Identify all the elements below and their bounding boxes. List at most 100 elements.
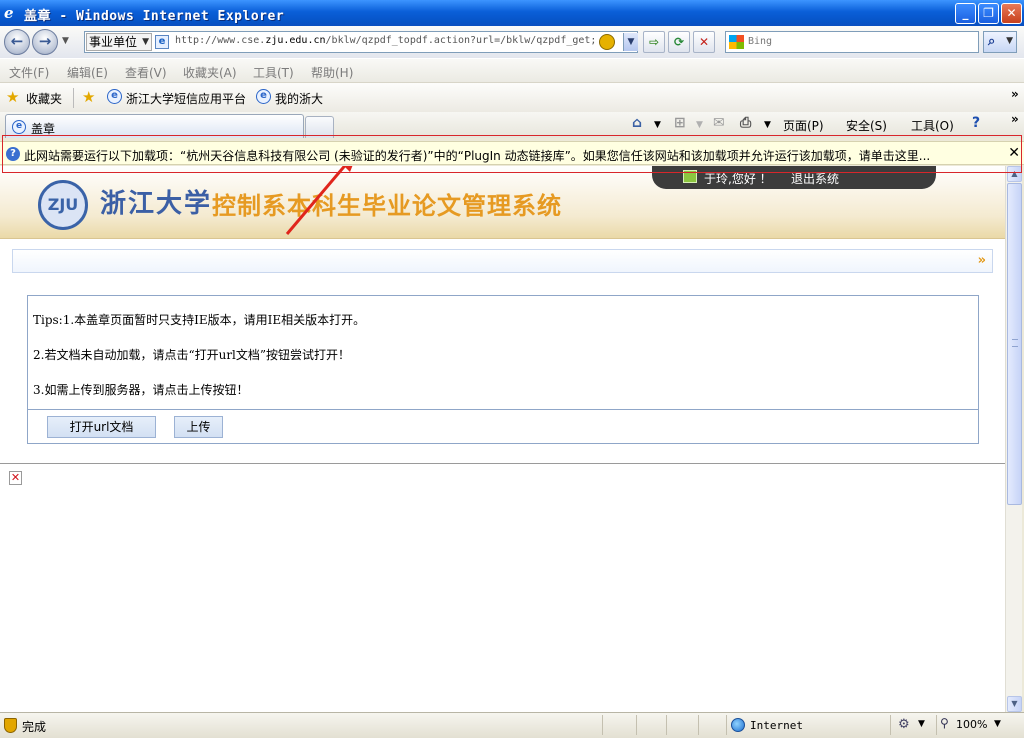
zoom-icon: ⚲ <box>940 716 949 730</box>
favorite-link-my-zju[interactable]: 我的浙大 <box>275 90 323 107</box>
favorites-star-icon: ★ <box>6 88 20 106</box>
commandbar-overflow-button[interactable]: » <box>1011 112 1019 126</box>
org-selector-label: 事业单位 <box>89 35 138 49</box>
scrollbar-thumb[interactable] <box>1007 183 1022 505</box>
help-icon[interactable]: ? <box>972 115 980 131</box>
site-title-university: 浙江大学 <box>100 189 213 219</box>
user-icon <box>683 170 697 183</box>
tab-title: 盖章 <box>31 122 56 136</box>
tools-menu[interactable]: 工具(O) <box>911 117 954 134</box>
add-favorite-icon[interactable]: ★ <box>82 88 95 106</box>
site-title-system: 控制系本科生毕业论文管理系统 <box>212 192 562 220</box>
menu-bar: 文件(F) 编辑(E) 查看(V) 收藏夹(A) 工具(T) 帮助(H) <box>0 58 1024 82</box>
tips-panel: Tips:1.本盖章页面暂时只支持IE版本，请用IE相关版本打开。 2.若文档未… <box>27 295 979 444</box>
tips-text: Tips:1.本盖章页面暂时只支持IE版本，请用IE相关版本打开。 2.若文档未… <box>33 312 365 417</box>
divider <box>0 463 1005 464</box>
chevron-down-icon[interactable]: ▼ <box>696 120 703 130</box>
window-title: 盖章 - Windows Internet Explorer <box>24 9 285 24</box>
chevron-down-icon[interactable]: ▼ <box>654 120 661 130</box>
minimize-button[interactable]: _ <box>955 3 976 24</box>
status-text: 完成 <box>22 720 47 734</box>
double-chevron-right-icon[interactable]: » <box>978 253 986 268</box>
open-url-document-button[interactable]: 打开url文档 <box>47 416 156 438</box>
address-dropdown-button[interactable]: ▼ <box>623 33 638 51</box>
ie-page-icon: e <box>107 89 122 104</box>
security-shield-icon[interactable] <box>4 718 17 733</box>
chevron-down-icon[interactable]: ▼ <box>918 719 925 729</box>
ie-page-icon: e <box>256 89 271 104</box>
new-tab-button[interactable] <box>305 116 334 138</box>
menu-file[interactable]: 文件(F) <box>9 64 49 81</box>
read-mail-icon[interactable]: ✉ <box>713 115 725 131</box>
favorites-overflow-button[interactable]: » <box>1011 87 1019 101</box>
infobar-close-button[interactable]: ✕ <box>1008 145 1020 161</box>
favorite-link-sms-platform[interactable]: 浙江大学短信应用平台 <box>126 90 246 107</box>
page-content: ZJU 浙江大学 控制系本科生毕业论文管理系统 于玲,您好 ！ 退出系统 » T… <box>0 166 1005 712</box>
chevron-down-icon[interactable]: ▼ <box>764 120 771 130</box>
forward-button[interactable]: → <box>32 29 58 55</box>
search-input[interactable]: Bing <box>725 31 979 53</box>
page-icon: e <box>155 35 169 49</box>
info-question-icon: ? <box>6 147 20 161</box>
page-menu[interactable]: 页面(P) <box>783 117 824 134</box>
address-url[interactable]: http://www.cse.zju.edu.cn/bklw/qzpdf_top… <box>175 35 599 46</box>
scroll-up-button[interactable]: ▲ <box>1007 166 1022 182</box>
tip-1: Tips:1.本盖章页面暂时只支持IE版本，请用IE相关版本打开。 <box>33 313 366 327</box>
divider <box>602 715 603 735</box>
menu-favorites[interactable]: 收藏夹(A) <box>183 64 237 81</box>
internet-zone-icon <box>731 718 745 732</box>
url-prefix: http://www.cse. <box>175 35 266 46</box>
menu-view[interactable]: 查看(V) <box>125 64 167 81</box>
chevron-down-icon: ▼ <box>142 37 149 47</box>
favorites-bar: ★ 收藏夹 ★ e 浙江大学短信应用平台 e 我的浙大 » <box>0 82 1024 112</box>
breadcrumb-bar: » <box>12 249 993 273</box>
go-icon[interactable]: ⇨ <box>643 31 665 53</box>
protected-mode-icon[interactable]: ⚙ <box>898 717 910 732</box>
information-bar[interactable]: ? 此网站需要运行以下加载项：“杭州天谷信息科技有限公司 (未验证的发行者)”中… <box>0 141 1024 165</box>
zoom-level[interactable]: 100% <box>956 718 987 731</box>
address-toolbar: ← → ▼ 事业单位 ▼ e http://www.cse.zju.edu.cn… <box>0 26 1024 58</box>
scrollbar-grip <box>1012 339 1018 347</box>
security-zone: Internet <box>750 719 803 732</box>
print-icon[interactable]: ⎙ <box>740 115 751 131</box>
divider <box>636 715 637 735</box>
safety-menu[interactable]: 安全(S) <box>846 117 887 134</box>
tip-3: 3.如需上传到服务器，请点击上传按钮！ <box>33 383 249 397</box>
upload-button[interactable]: 上传 <box>174 416 223 438</box>
feeds-icon[interactable]: ⊞ <box>674 115 686 131</box>
scroll-down-button[interactable]: ▼ <box>1007 696 1022 712</box>
tab-active[interactable]: e 盖章 <box>5 114 304 138</box>
infobar-message[interactable]: 此网站需要运行以下加载项：“杭州天谷信息科技有限公司 (未验证的发行者)”中的“… <box>24 147 999 164</box>
home-icon[interactable]: ⌂ <box>632 115 642 131</box>
back-button[interactable]: ← <box>4 29 30 55</box>
chevron-down-icon: ▼ <box>1006 36 1013 46</box>
compatibility-view-icon[interactable] <box>599 34 615 50</box>
favorites-button[interactable]: 收藏夹 <box>26 90 62 107</box>
tip-2: 2.若文档未自动加载，请点击“打开url文档”按钮尝试打开！ <box>33 348 351 362</box>
zju-logo-icon: ZJU <box>38 180 88 230</box>
vertical-scrollbar[interactable]: ▲ ▼ <box>1005 166 1022 712</box>
divider <box>890 715 891 735</box>
chevron-down-icon[interactable]: ▼ <box>994 719 1001 729</box>
menu-tools[interactable]: 工具(T) <box>253 64 294 81</box>
user-panel: 于玲,您好 ！ 退出系统 <box>652 166 936 189</box>
logout-link[interactable]: 退出系统 <box>791 170 839 187</box>
url-domain: zju.edu.cn <box>265 35 326 46</box>
tab-row: e 盖章 ⌂ ▼ ⊞ ▼ ✉ ⎙ ▼ 页面(P) 安全(S) 工具(O) ? » <box>0 112 1024 138</box>
close-window-button[interactable]: ✕ <box>1001 3 1022 24</box>
tips-button-row: 打开url文档 上传 <box>28 409 978 443</box>
history-dropdown-icon[interactable]: ▼ <box>62 36 69 46</box>
org-selector[interactable]: 事业单位 ▼ <box>86 33 152 51</box>
address-bar[interactable]: 事业单位 ▼ e http://www.cse.zju.edu.cn/bklw/… <box>84 31 638 53</box>
window-titlebar: e 盖章 - Windows Internet Explorer _ ❐ ✕ <box>0 0 1024 26</box>
divider <box>73 88 74 108</box>
search-button[interactable]: ⌕ ▼ <box>983 31 1017 53</box>
menu-edit[interactable]: 编辑(E) <box>67 64 108 81</box>
refresh-button[interactable]: ⟳ <box>668 31 690 53</box>
restore-button[interactable]: ❐ <box>978 3 999 24</box>
stop-button[interactable]: ✕ <box>693 31 715 53</box>
status-bar: 完成 Internet ⚙ ▼ ⚲ 100% ▼ <box>0 712 1024 738</box>
menu-help[interactable]: 帮助(H) <box>311 64 353 81</box>
divider <box>698 715 699 735</box>
search-placeholder: Bing <box>748 36 773 47</box>
